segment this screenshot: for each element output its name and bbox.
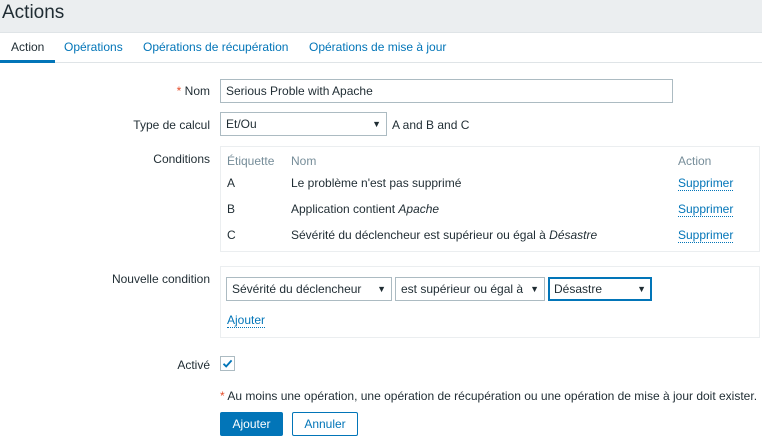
row-condition: Sévérité du déclencheur est supérieur ou…	[291, 228, 598, 242]
dropdown-arrow-icon: ▼	[530, 284, 539, 294]
dropdown-arrow-icon: ▼	[372, 119, 381, 129]
new-condition-label: Nouvelle condition	[111, 272, 210, 286]
header-tag: Étiquette	[227, 154, 275, 168]
header-action: Action	[678, 154, 712, 168]
dropdown-arrow-icon: ▼	[377, 284, 386, 294]
conditions-label: Conditions	[153, 152, 210, 166]
enabled-label: Activé	[177, 358, 210, 372]
enabled-checkbox[interactable]	[220, 356, 235, 371]
remove-condition-link[interactable]: Supprimer	[678, 228, 734, 243]
row-condition: Application contient Apache	[291, 202, 440, 216]
condition-value-select[interactable]: Désastre ▼	[548, 277, 652, 301]
required-marker: *	[176, 84, 182, 98]
add-condition-link[interactable]: Ajouter	[227, 313, 266, 328]
header-name: Nom	[291, 154, 317, 168]
row-condition: Le problème n'est pas supprimé	[291, 176, 462, 190]
form-panel: Action Opérations Opérations de récupéra…	[0, 32, 762, 442]
conditions-table: Étiquette Nom Action A Le problème n'est…	[220, 146, 760, 252]
row-tag: C	[227, 228, 236, 242]
row-tag: B	[227, 202, 236, 216]
tab-bar: Action Opérations Opérations de récupéra…	[0, 33, 762, 63]
dropdown-arrow-icon: ▼	[637, 284, 646, 294]
row-tag: A	[227, 176, 236, 190]
add-button[interactable]: Ajouter	[220, 412, 283, 436]
condition-type-select[interactable]: Sévérité du déclencheur ▼	[226, 277, 392, 301]
check-icon	[222, 359, 233, 368]
name-label: * Nom	[177, 84, 210, 98]
remove-condition-link[interactable]: Supprimer	[678, 202, 734, 217]
tab-operations[interactable]: Opérations	[64, 33, 123, 63]
name-input[interactable]	[220, 79, 673, 103]
remove-condition-link[interactable]: Supprimer	[678, 176, 734, 191]
operation-warning: * Au moins une opération, une opération …	[220, 389, 758, 403]
calc-formula: A and B and C	[392, 118, 470, 132]
cancel-button[interactable]: Annuler	[292, 412, 358, 436]
tab-recovery-operations[interactable]: Opérations de récupération	[143, 33, 288, 63]
tab-update-operations[interactable]: Opérations de mise à jour	[309, 33, 446, 63]
calc-type-select[interactable]: Et/Ou ▼	[220, 112, 387, 136]
condition-operator-select[interactable]: est supérieur ou égal à ▼	[395, 277, 545, 301]
page-title: Actions	[2, 2, 65, 23]
calc-type-label: Type de calcul	[133, 118, 210, 132]
calc-type-value: Et/Ou	[226, 117, 257, 131]
new-condition-box: Sévérité du déclencheur ▼ est supérieur …	[220, 266, 760, 338]
tab-action[interactable]: Action	[0, 33, 55, 63]
name-label-text: Nom	[184, 84, 210, 98]
